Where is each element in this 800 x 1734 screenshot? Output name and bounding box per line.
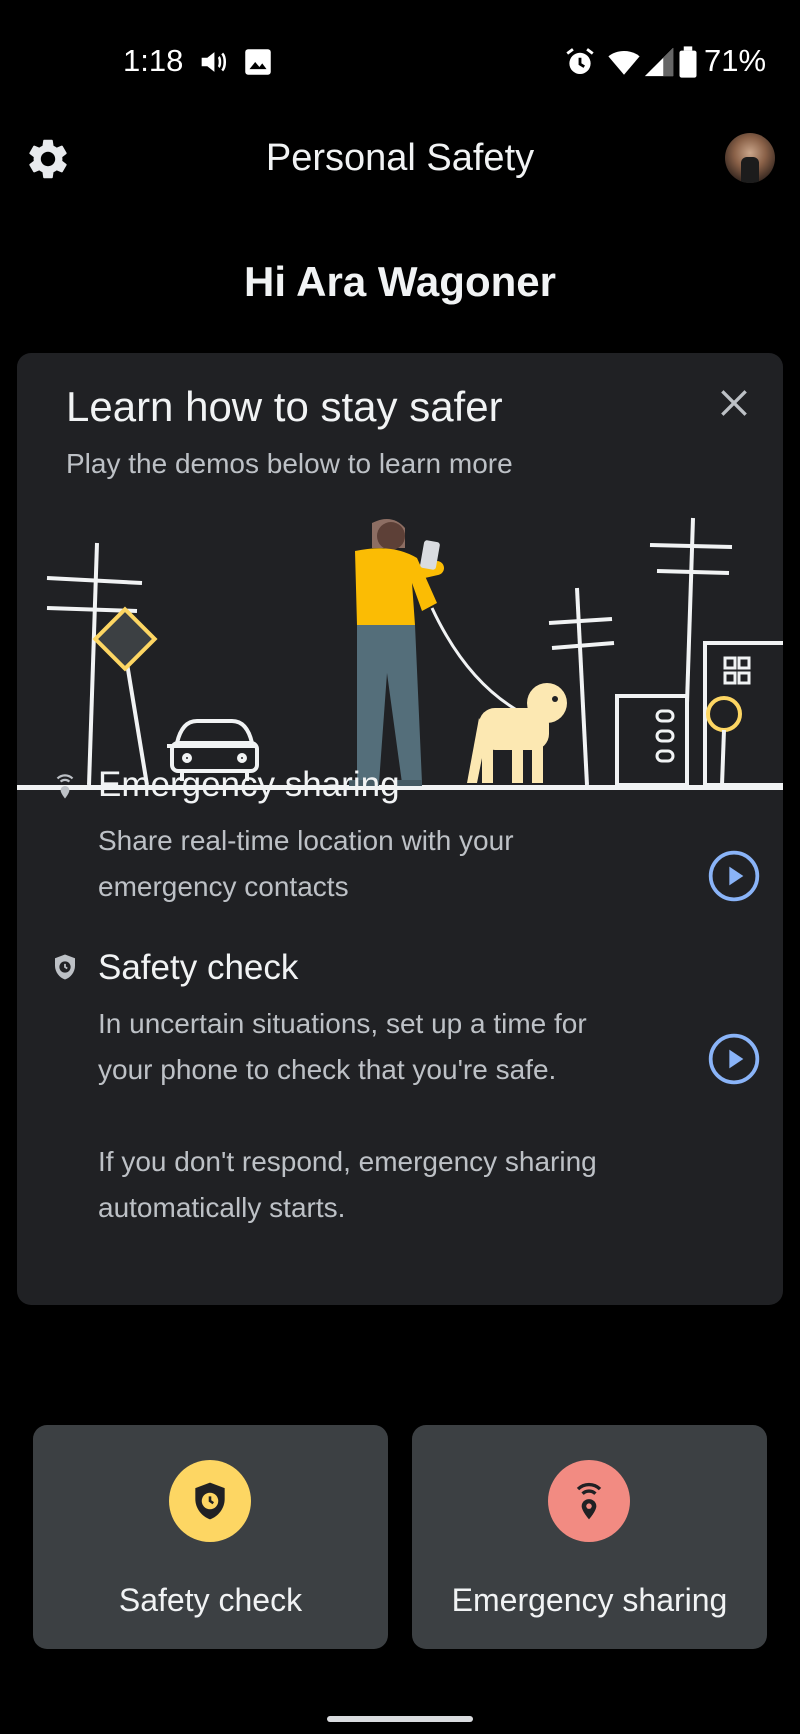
greeting: Hi Ara Wagoner — [244, 258, 556, 305]
feature-note: If you don't respond, emergency sharing … — [98, 1146, 597, 1223]
shield-clock-icon — [55, 954, 75, 980]
emergency-sharing-button[interactable]: Emergency sharing — [412, 1425, 767, 1649]
feature-title: Emergency sharing — [98, 765, 400, 804]
close-icon[interactable] — [714, 383, 754, 423]
status-bar: 1:18 71% — [0, 0, 800, 125]
feature-title: Safety check — [98, 948, 299, 987]
status-time: 1:18 — [123, 43, 184, 78]
emergency-sharing-icon-circle — [548, 1460, 630, 1542]
image-icon — [245, 49, 271, 75]
alarm-icon — [566, 48, 594, 75]
play-demo-icon[interactable] — [706, 1031, 762, 1087]
learn-card: Learn how to stay safer Play the demos b… — [17, 353, 783, 1305]
battery-percent: 71% — [704, 43, 767, 78]
battery-icon — [679, 46, 697, 78]
gesture-nav-handle[interactable] — [327, 1716, 473, 1722]
safety-check-icon-circle — [169, 1460, 251, 1542]
play-demo-icon[interactable] — [706, 848, 762, 904]
feature-description: Share real-time location with your emerg… — [98, 825, 514, 902]
wifi-icon — [608, 51, 640, 75]
safety-illustration — [17, 517, 783, 790]
avatar[interactable] — [725, 133, 775, 183]
feature-description: In uncertain situations, set up a time f… — [98, 1008, 587, 1085]
location-broadcast-icon — [56, 774, 74, 799]
card-subtitle: Play the demos below to learn more — [66, 448, 513, 479]
page-title: Personal Safety — [265, 137, 535, 179]
safety-check-button[interactable]: Safety check — [33, 1425, 388, 1649]
card-title: Learn how to stay safer — [66, 383, 503, 430]
volume-icon — [201, 52, 227, 72]
signal-icon — [644, 47, 674, 77]
button-label: Safety check — [118, 1582, 303, 1618]
location-broadcast-icon — [576, 1482, 602, 1520]
app-bar: Personal Safety — [0, 125, 800, 215]
button-label: Emergency sharing — [451, 1582, 728, 1618]
shield-clock-icon — [195, 1482, 225, 1520]
